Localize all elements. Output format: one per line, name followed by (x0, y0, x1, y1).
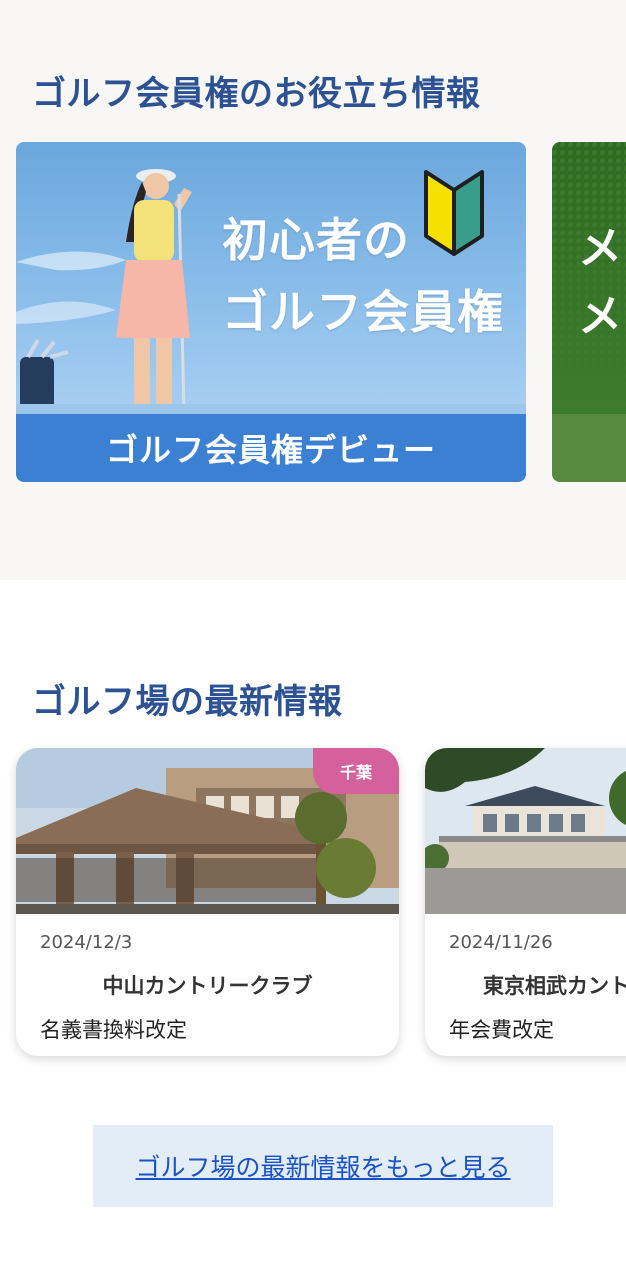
tips-section-title: ゴルフ会員権のお役立ち情報 (32, 74, 481, 114)
tip-image-text-line2: メ (578, 291, 622, 342)
tip-image-text-line1: 初心者の (222, 213, 410, 267)
clubhouse-photo (425, 748, 626, 914)
tip-card-caption-bar (552, 414, 626, 482)
tip-image-text-line2: ゴルフ会員権 (222, 285, 504, 339)
news-card[interactable]: 千葉 2024/12/3 中山カントリークラブ 名義書換料改定 (16, 748, 399, 1056)
tip-card-beginner[interactable]: 初心者の ゴルフ会員権 ゴルフ会員権デビュー (16, 142, 526, 482)
tip-card-image-grass: メ メ (552, 142, 626, 414)
news-date: 2024/11/26 (449, 932, 553, 953)
tip-card-second[interactable]: メ メ (552, 142, 626, 482)
news-date: 2024/12/3 (40, 932, 133, 953)
news-section-title: ゴルフ場の最新情報 (32, 682, 343, 722)
more-news-box: ゴルフ場の最新情報をもっと見る (93, 1125, 553, 1207)
news-card[interactable]: 2024/11/26 東京相武カント 年会費改定 (425, 748, 626, 1056)
news-subject: 年会費改定 (449, 1018, 554, 1042)
tip-card-caption: ゴルフ会員権デビュー (16, 414, 526, 482)
news-club-name: 中山カントリークラブ (102, 974, 313, 998)
tip-card-image: 初心者の ゴルフ会員権 (16, 142, 526, 414)
news-subject: 名義書換料改定 (40, 1018, 187, 1042)
tip-image-text-line1: メ (578, 223, 622, 274)
tips-section: ゴルフ会員権のお役立ち情報 初心者の ゴルフ会員権 ゴルフ会員権デビュー メ メ (0, 0, 626, 580)
news-club-name: 東京相武カント (483, 974, 626, 998)
more-news-link[interactable]: ゴルフ場の最新情報をもっと見る (135, 1148, 510, 1184)
region-badge: 千葉 (313, 748, 399, 794)
